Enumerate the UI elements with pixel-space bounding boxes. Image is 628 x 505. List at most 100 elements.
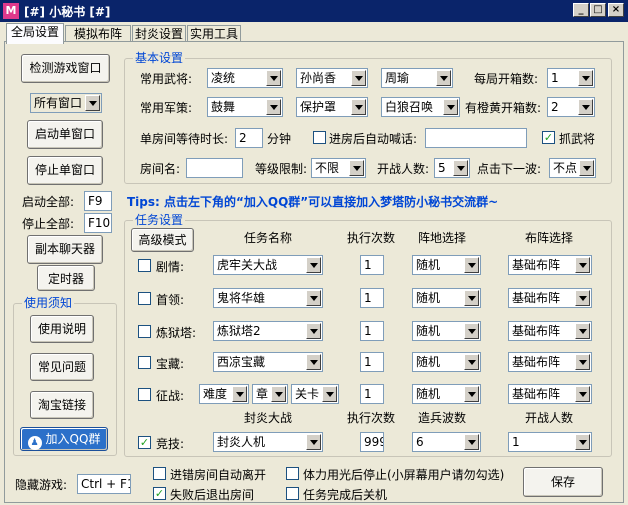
stop-all-hotkey[interactable]: F10: [84, 213, 112, 233]
arena-task-select[interactable]: 封炎人机: [213, 432, 323, 452]
task-row-4-checkbox[interactable]: [138, 356, 151, 369]
conquest-formation[interactable]: 基础布阵: [508, 384, 592, 404]
auto-shout-input[interactable]: [425, 128, 527, 148]
arena-count[interactable]: 999: [360, 432, 384, 452]
hide-game-hotkey[interactable]: Ctrl + F1: [77, 474, 131, 494]
task-row-2-position[interactable]: 随机: [412, 288, 481, 308]
task-row-3-select[interactable]: 炼狱塔2: [213, 321, 323, 341]
start-all-label: 启动全部:: [22, 195, 75, 209]
task-row-1-value: 虎牢关大战: [217, 258, 278, 272]
task-settings-legend: 任务设置: [133, 213, 186, 227]
conquest-position-value: 随机: [416, 387, 441, 401]
wrong-room-checkbox[interactable]: [153, 467, 166, 480]
task-row-1-checkbox[interactable]: [138, 259, 151, 272]
general-select-2[interactable]: 孙尚香: [296, 68, 368, 88]
window-select[interactable]: 所有窗口: [30, 93, 102, 113]
task-row-2-count[interactable]: 1: [360, 288, 384, 308]
task-row-1-position-value: 随机: [416, 258, 441, 272]
timer-button[interactable]: 定时器: [37, 265, 95, 291]
general-select-3[interactable]: 周瑜: [381, 68, 453, 88]
task-row-4-position[interactable]: 随机: [412, 352, 481, 372]
shutdown-label: 任务完成后关机: [303, 488, 388, 502]
start-single-button[interactable]: 启动单窗口: [27, 120, 103, 149]
level-limit-select[interactable]: 不限: [311, 158, 366, 178]
task-row-1-count[interactable]: 1: [360, 255, 384, 275]
arena-label: 竞技:: [156, 437, 185, 451]
task-row-4-count[interactable]: 1: [360, 352, 384, 372]
task-row-4-formation[interactable]: 基础布阵: [508, 352, 592, 372]
notice-legend: 使用须知: [22, 296, 75, 310]
conquest-stage-select[interactable]: 关卡: [291, 384, 339, 404]
join-qq-button[interactable]: ♟ 加入QQ群: [20, 427, 108, 451]
header-count: 执行次数: [347, 231, 396, 245]
task-row-1-formation[interactable]: 基础布阵: [508, 255, 592, 275]
conquest-chapter-select[interactable]: 章: [252, 384, 288, 404]
chevron-down-icon: [306, 434, 321, 450]
yellow-box-select[interactable]: 2: [547, 97, 595, 117]
task-row-1-select[interactable]: 虎牢关大战: [213, 255, 323, 275]
conquest-checkbox[interactable]: [138, 388, 151, 401]
task-row-3-formation[interactable]: 基础布阵: [508, 321, 592, 341]
players-select[interactable]: 5: [434, 158, 470, 178]
next-wave-select[interactable]: 不点: [549, 158, 596, 178]
manual-button[interactable]: 使用说明: [30, 315, 94, 343]
wait-time-input[interactable]: 2: [235, 128, 263, 148]
conquest-count[interactable]: 1: [360, 384, 384, 404]
strategy-select-1[interactable]: 鼓舞: [207, 97, 283, 117]
minimize-button[interactable]: _: [573, 3, 589, 17]
strategy-select-2[interactable]: 保护罩: [296, 97, 368, 117]
task-row-1-position[interactable]: 随机: [412, 255, 481, 275]
box-count-select[interactable]: 1: [547, 68, 595, 88]
taobao-button[interactable]: 淘宝链接: [30, 391, 94, 419]
arena-waves-select[interactable]: 6: [412, 432, 481, 452]
chat-tool-button[interactable]: 副本聊天器: [27, 235, 103, 264]
stop-all-label: 停止全部:: [22, 217, 75, 231]
task-row-2-formation-value: 基础布阵: [512, 291, 561, 305]
conquest-position[interactable]: 随机: [412, 384, 481, 404]
task-row-2-checkbox[interactable]: [138, 292, 151, 305]
arena-players-select[interactable]: 1: [508, 432, 592, 452]
room-name-label: 房间名:: [140, 162, 181, 176]
auto-shout-checkbox[interactable]: [313, 131, 326, 144]
chevron-down-icon: [351, 99, 366, 115]
catch-general-checkbox[interactable]: ✓: [542, 131, 555, 144]
chevron-down-icon: [464, 290, 479, 306]
conquest-difficulty-select[interactable]: 难度: [199, 384, 249, 404]
window-select-value: 所有窗口: [34, 96, 83, 110]
chevron-down-icon: [349, 160, 364, 176]
general-select-1[interactable]: 凌统: [207, 68, 283, 88]
shutdown-checkbox[interactable]: [286, 487, 299, 500]
chevron-down-icon: [578, 70, 593, 86]
level-limit-value: 不限: [315, 161, 340, 175]
strategy-select-3[interactable]: 白狼召唤: [381, 97, 460, 117]
faq-button[interactable]: 常见问题: [30, 353, 94, 381]
task-row-3-checkbox[interactable]: [138, 325, 151, 338]
tab-global-settings[interactable]: 全局设置: [6, 23, 64, 44]
save-button[interactable]: 保存: [523, 467, 603, 497]
detect-window-button[interactable]: 检测游戏窗口: [21, 54, 110, 83]
chevron-down-icon: [322, 386, 337, 402]
conquest-stage-value: 关卡: [295, 387, 320, 401]
task-row-2-formation[interactable]: 基础布阵: [508, 288, 592, 308]
task-row-2-select[interactable]: 鬼将华雄: [213, 288, 323, 308]
advanced-mode-button[interactable]: 高级模式: [131, 228, 194, 252]
maximize-button[interactable]: □: [590, 3, 606, 17]
task-row-4-position-value: 随机: [416, 355, 441, 369]
task-row-3-position[interactable]: 随机: [412, 321, 481, 341]
stop-single-button[interactable]: 停止单窗口: [27, 156, 103, 185]
fail-exit-checkbox[interactable]: ✓: [153, 487, 166, 500]
task-row-1-formation-value: 基础布阵: [512, 258, 561, 272]
chevron-down-icon: [306, 257, 321, 273]
close-button[interactable]: ×: [608, 3, 624, 17]
task-row-3-count[interactable]: 1: [360, 321, 384, 341]
task-row-4-select[interactable]: 西凉宝藏: [213, 352, 323, 372]
room-name-input[interactable]: [186, 158, 243, 178]
task-row-2-value: 鬼将华雄: [217, 291, 266, 305]
catch-general-label: 抓武将: [559, 132, 596, 146]
chevron-down-icon: [464, 257, 479, 273]
conquest-chapter-value: 章: [256, 387, 269, 401]
arena-checkbox[interactable]: ✓: [138, 436, 151, 449]
stamina-stop-checkbox[interactable]: [286, 467, 299, 480]
start-all-hotkey[interactable]: F9: [84, 191, 112, 211]
next-wave-value: 不点: [553, 161, 578, 175]
